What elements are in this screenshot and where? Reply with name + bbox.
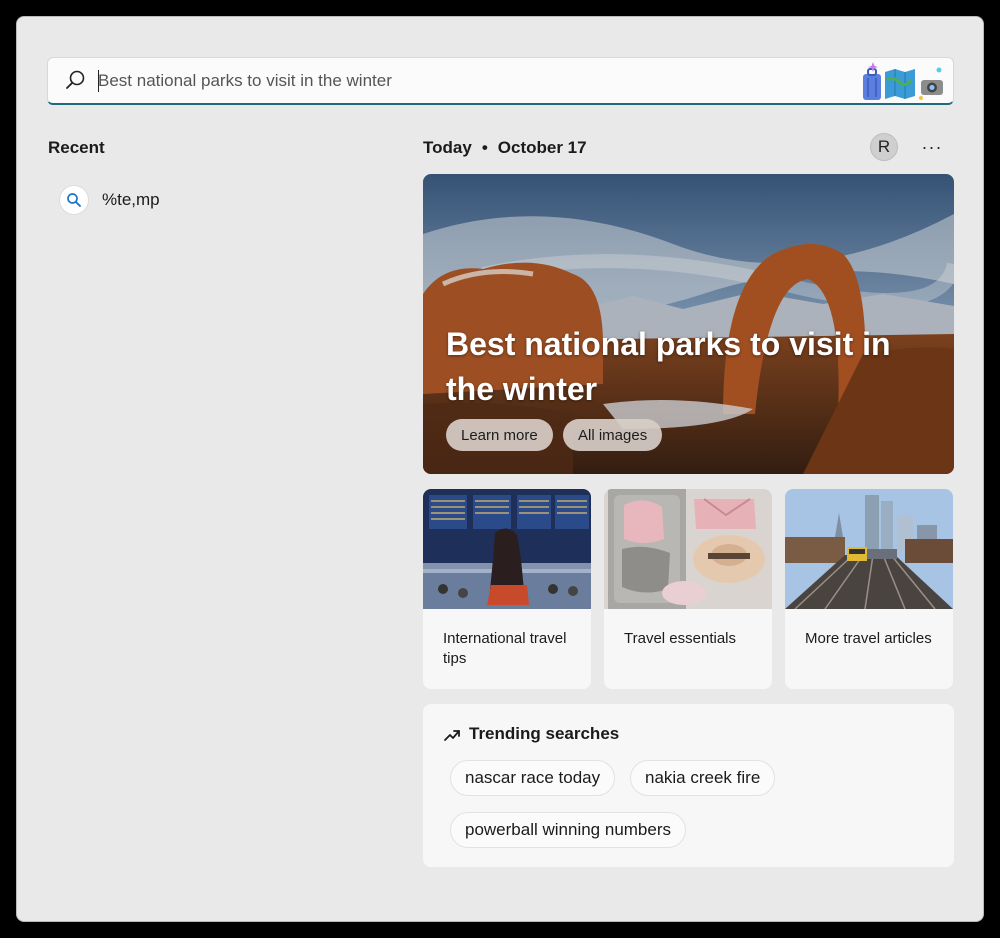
card-travel-essentials[interactable]: Travel essentials bbox=[604, 489, 772, 689]
travel-illustration-icon bbox=[863, 62, 943, 100]
search-bar[interactable] bbox=[47, 57, 954, 105]
all-images-button[interactable]: All images bbox=[563, 419, 663, 451]
date-label: October 17 bbox=[497, 138, 587, 157]
search-input[interactable] bbox=[98, 68, 838, 94]
trending-item[interactable]: nakia creek fire bbox=[630, 760, 776, 796]
learn-more-button[interactable]: Learn more bbox=[446, 419, 553, 451]
card-more-travel-articles[interactable]: More travel articles bbox=[785, 489, 953, 689]
trending-searches-panel: Trending searches nascar race today naki… bbox=[423, 704, 954, 867]
suitcase-image bbox=[604, 489, 772, 609]
card-label: Travel essentials bbox=[624, 630, 736, 647]
search-window: Recent %te,mp Today • October 17 R ··· bbox=[16, 16, 984, 922]
text-caret bbox=[98, 70, 99, 92]
search-icon bbox=[59, 185, 89, 215]
separator-dot: • bbox=[481, 138, 488, 157]
hero-card[interactable]: Best national parks to visit in the wint… bbox=[423, 174, 954, 474]
today-label: Today bbox=[423, 138, 472, 157]
recent-item-label: %te,mp bbox=[102, 190, 160, 209]
hero-title: Best national parks to visit in the wint… bbox=[446, 326, 891, 407]
avatar[interactable]: R bbox=[870, 133, 898, 161]
today-header: Today • October 17 bbox=[423, 138, 587, 158]
trending-up-icon bbox=[444, 730, 460, 741]
city-train-image bbox=[785, 489, 953, 609]
airport-image bbox=[423, 489, 591, 609]
trending-heading: Trending searches bbox=[469, 724, 620, 743]
trending-item[interactable]: powerball winning numbers bbox=[450, 812, 687, 848]
recent-heading: Recent bbox=[48, 138, 105, 157]
card-label: More travel articles bbox=[805, 630, 932, 647]
more-options-button[interactable]: ··· bbox=[917, 133, 947, 161]
trending-item[interactable]: nascar race today bbox=[450, 760, 616, 796]
recent-item[interactable]: %te,mp bbox=[59, 184, 359, 216]
search-icon bbox=[66, 70, 85, 89]
card-international-travel-tips[interactable]: International travel tips bbox=[423, 489, 591, 689]
card-label: International travel tips bbox=[443, 630, 567, 667]
